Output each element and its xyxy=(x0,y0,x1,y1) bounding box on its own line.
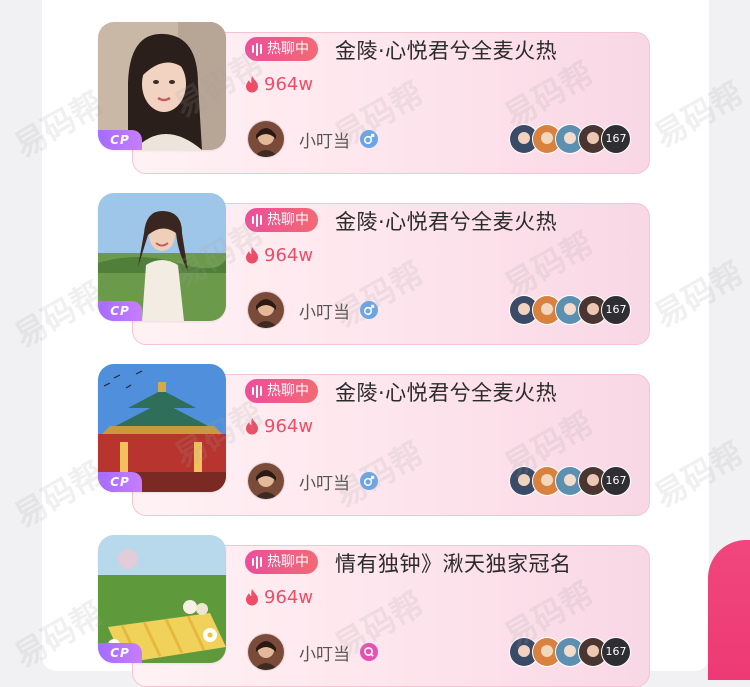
host-avatar[interactable] xyxy=(247,633,285,671)
heat-value: 964w xyxy=(264,587,314,608)
male-icon xyxy=(360,130,378,148)
member-count: 167 xyxy=(601,637,631,667)
sound-wave-icon xyxy=(252,42,262,56)
host-name: 小叮当 xyxy=(299,131,350,152)
tag-label: 热聊中 xyxy=(267,41,309,57)
room-card[interactable]: CP 热聊中 金陵·心悦君兮全麦火热 964w 小叮当 167 xyxy=(98,22,650,174)
cp-badge: CP xyxy=(98,301,142,321)
member-avatars[interactable]: 167 xyxy=(509,466,631,498)
male-icon xyxy=(360,472,378,490)
host-name: 小叮当 xyxy=(299,473,350,494)
heat-indicator: 964w xyxy=(245,416,313,437)
room-title: 金陵·心悦君兮全麦火热 xyxy=(335,210,558,234)
heat-value: 964w xyxy=(264,74,314,95)
hot-chat-tag: 热聊中 xyxy=(245,208,318,232)
host-avatar[interactable] xyxy=(247,462,285,500)
room-title: 情有独钟》湫天独家冠名 xyxy=(335,552,572,576)
flame-icon xyxy=(246,589,258,606)
hot-chat-tag: 热聊中 xyxy=(245,37,318,61)
sound-wave-icon xyxy=(252,213,262,227)
host-info[interactable]: 小叮当 xyxy=(247,462,378,500)
tag-label: 热聊中 xyxy=(267,554,309,570)
host-info[interactable]: 小叮当 xyxy=(247,291,378,329)
heat-indicator: 964w xyxy=(245,587,313,608)
flame-icon xyxy=(246,247,258,264)
floating-edge-tab[interactable] xyxy=(708,540,750,680)
cp-badge: CP xyxy=(98,130,142,150)
host-avatar[interactable] xyxy=(247,291,285,329)
tag-label: 热聊中 xyxy=(267,212,309,228)
sound-wave-icon xyxy=(252,555,262,569)
member-count: 167 xyxy=(601,466,631,496)
flame-icon xyxy=(246,76,258,93)
search-badge-icon xyxy=(360,643,378,661)
room-cover[interactable]: CP xyxy=(98,193,226,321)
heat-indicator: 964w xyxy=(245,245,313,266)
male-icon xyxy=(360,301,378,319)
member-avatars[interactable]: 167 xyxy=(509,637,631,669)
heat-value: 964w xyxy=(264,416,314,437)
host-info[interactable]: 小叮当 xyxy=(247,633,378,671)
heat-indicator: 964w xyxy=(245,74,313,95)
cp-badge: CP xyxy=(98,643,142,663)
room-cover[interactable]: CP xyxy=(98,22,226,150)
heat-value: 964w xyxy=(264,245,314,266)
member-avatars[interactable]: 167 xyxy=(509,124,631,156)
room-cover[interactable]: CP xyxy=(98,535,226,663)
room-title: 金陵·心悦君兮全麦火热 xyxy=(335,39,558,63)
room-card[interactable]: CP 热聊中 金陵·心悦君兮全麦火热 964w 小叮当 167 xyxy=(98,193,650,345)
tag-label: 热聊中 xyxy=(267,383,309,399)
host-avatar[interactable] xyxy=(247,120,285,158)
host-name: 小叮当 xyxy=(299,302,350,323)
hot-chat-tag: 热聊中 xyxy=(245,379,318,403)
member-count: 167 xyxy=(601,295,631,325)
member-count: 167 xyxy=(601,124,631,154)
room-title: 金陵·心悦君兮全麦火热 xyxy=(335,381,558,405)
flame-icon xyxy=(246,418,258,435)
room-card[interactable]: CP 热聊中 金陵·心悦君兮全麦火热 964w 小叮当 167 xyxy=(98,364,650,516)
sound-wave-icon xyxy=(252,384,262,398)
room-cover[interactable]: CP xyxy=(98,364,226,492)
member-avatars[interactable]: 167 xyxy=(509,295,631,327)
cp-badge: CP xyxy=(98,472,142,492)
room-card[interactable]: CP 热聊中 情有独钟》湫天独家冠名 964w 小叮当 167 xyxy=(98,535,650,687)
hot-chat-tag: 热聊中 xyxy=(245,550,318,574)
host-name: 小叮当 xyxy=(299,644,350,665)
host-info[interactable]: 小叮当 xyxy=(247,120,378,158)
